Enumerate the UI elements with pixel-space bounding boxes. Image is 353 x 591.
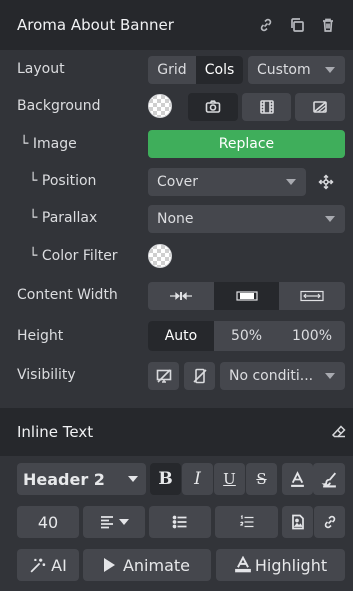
- bullet-list-icon: [172, 515, 187, 529]
- underline-button[interactable]: U: [214, 463, 245, 495]
- strikethrough-button[interactable]: S: [246, 463, 277, 495]
- font-size-value: 40: [37, 512, 59, 532]
- chevron-down-icon: [325, 67, 335, 73]
- image-label-text: Image: [32, 136, 77, 152]
- align-left-icon: [101, 516, 113, 529]
- background-label: Background: [17, 98, 101, 114]
- visibility-conditions-select[interactable]: No conditi...: [220, 362, 345, 390]
- bold-button[interactable]: B: [150, 463, 181, 495]
- content-width-shrink-option[interactable]: [148, 282, 214, 310]
- parallax-select-value: None: [157, 211, 194, 227]
- layout-label: Layout: [17, 61, 65, 77]
- film-icon: [259, 100, 274, 114]
- content-width-label: Content Width: [17, 287, 118, 303]
- position-select[interactable]: Cover: [148, 168, 306, 196]
- move-icon[interactable]: [318, 174, 334, 194]
- background-image-button[interactable]: [188, 93, 238, 121]
- mobile-off-icon: [192, 368, 207, 384]
- position-label: └ Position: [29, 173, 97, 189]
- visibility-label: Visibility: [17, 367, 76, 383]
- replace-image-button[interactable]: Replace: [148, 130, 345, 158]
- background-gradient-button[interactable]: [295, 93, 345, 121]
- panel-title: Aroma About Banner: [17, 16, 174, 34]
- underline-glyph: U: [223, 470, 236, 488]
- bold-glyph: B: [158, 469, 173, 489]
- color-filter-label: └ Color Filter: [29, 248, 118, 264]
- inline-text-title: Inline Text: [17, 423, 94, 441]
- text-color-button[interactable]: [282, 463, 313, 495]
- highlight-label: Highlight: [254, 555, 328, 575]
- boxed-icon: [235, 291, 258, 301]
- bullet-list-button[interactable]: [149, 506, 211, 538]
- shrink-icon: [170, 292, 192, 300]
- gradient-icon: [313, 101, 327, 113]
- parallax-label-text: Parallax: [41, 210, 98, 226]
- heading-select-value: Header 2: [23, 469, 105, 489]
- link-icon: [324, 515, 335, 529]
- background-video-button[interactable]: [242, 93, 291, 121]
- height-50-option[interactable]: 50%: [214, 321, 279, 351]
- height-toggle: Auto 50% 100%: [148, 321, 345, 351]
- animate-button[interactable]: Animate: [83, 549, 211, 581]
- heading-select[interactable]: Header 2: [17, 463, 146, 495]
- eraser-icon[interactable]: [331, 424, 347, 444]
- background-color-swatch[interactable]: [148, 94, 172, 118]
- numbered-list-button[interactable]: [215, 506, 278, 538]
- strikethrough-glyph: S: [256, 470, 267, 488]
- height-100-option[interactable]: 100%: [279, 321, 345, 351]
- camera-icon: [205, 100, 221, 113]
- inline-text-header: Inline Text: [0, 408, 353, 456]
- highlight-color-button[interactable]: [313, 463, 345, 495]
- chevron-down-icon: [128, 476, 138, 482]
- play-icon: [103, 558, 115, 572]
- ai-button[interactable]: AI: [17, 549, 79, 581]
- layout-cols-option[interactable]: Cols: [196, 56, 243, 84]
- position-select-value: Cover: [157, 174, 198, 190]
- parallax-select[interactable]: None: [148, 205, 345, 233]
- position-label-text: Position: [41, 173, 97, 189]
- chevron-down-icon: [325, 216, 335, 222]
- layout-select-value: Custom: [257, 62, 311, 78]
- content-width-expand-option[interactable]: [279, 282, 345, 310]
- height-auto-option[interactable]: Auto: [148, 321, 214, 351]
- layout-select[interactable]: Custom: [248, 56, 345, 84]
- highlight-button[interactable]: Highlight: [216, 549, 345, 581]
- content-width-toggle: [148, 282, 345, 310]
- trash-icon[interactable]: [317, 14, 339, 36]
- ai-label: AI: [51, 555, 67, 575]
- height-label: Height: [17, 328, 64, 344]
- italic-glyph: I: [194, 469, 201, 489]
- brush-icon: [320, 472, 336, 487]
- hide-mobile-button[interactable]: [184, 362, 215, 390]
- expand-icon: [300, 290, 324, 302]
- layout-toggle: Grid Cols: [148, 56, 243, 84]
- chevron-down-icon: [325, 373, 335, 379]
- hide-desktop-button[interactable]: [148, 362, 179, 390]
- content-width-boxed-option[interactable]: [214, 282, 279, 310]
- numbered-list-icon: [239, 515, 253, 528]
- animate-label: Animate: [122, 555, 191, 575]
- desktop-off-icon: [156, 369, 171, 383]
- insert-image-button[interactable]: [282, 506, 313, 538]
- chevron-down-icon: [286, 179, 296, 185]
- copy-icon[interactable]: [286, 14, 308, 36]
- magic-wand-icon: [30, 558, 46, 573]
- image-file-icon: [291, 514, 304, 530]
- layout-grid-option[interactable]: Grid: [148, 56, 196, 84]
- color-filter-label-text: Color Filter: [41, 248, 118, 264]
- link-icon[interactable]: [255, 14, 277, 36]
- text-highlight-icon: [235, 556, 251, 573]
- font-size-input[interactable]: 40: [17, 506, 79, 538]
- color-filter-swatch[interactable]: [148, 244, 172, 268]
- align-select[interactable]: [83, 506, 145, 538]
- parallax-label: └ Parallax: [29, 210, 98, 226]
- insert-link-button[interactable]: [314, 506, 345, 538]
- visibility-select-value: No conditi...: [229, 368, 314, 384]
- chevron-down-icon: [119, 519, 129, 525]
- text-color-icon: [291, 470, 304, 487]
- italic-button[interactable]: I: [182, 463, 213, 495]
- image-label: └ Image: [20, 136, 77, 152]
- panel-header: Aroma About Banner: [0, 0, 353, 50]
